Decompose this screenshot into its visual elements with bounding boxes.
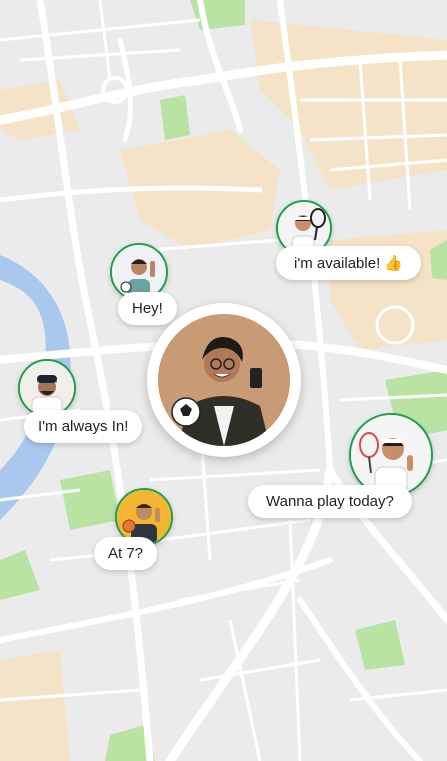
chat-message-3: At 7? xyxy=(108,545,144,562)
man-with-soccer-ball-icon xyxy=(158,314,290,446)
man-in-turban-icon xyxy=(20,361,74,415)
chat-message-2: I'm always In! xyxy=(38,418,129,435)
man-holding-basketball-icon xyxy=(117,490,171,544)
chat-message-4: i'm available! 👍 xyxy=(294,255,404,272)
chat-message-5: Wanna play today? xyxy=(266,493,394,510)
player-avatar-2[interactable] xyxy=(18,359,76,417)
chat-bubble-3: At 7? xyxy=(94,537,158,570)
chat-bubble-1: Hey! xyxy=(118,292,177,325)
chat-bubble-2: I'm always In! xyxy=(24,410,143,443)
chat-message-1: Hey! xyxy=(132,300,163,317)
man-waving-icon xyxy=(112,245,166,299)
chat-bubble-5: Wanna play today? xyxy=(248,485,412,518)
chat-bubble-4: i'm available! 👍 xyxy=(276,246,422,280)
current-user-avatar[interactable] xyxy=(158,314,290,446)
woman-with-badminton-racket-icon xyxy=(351,415,431,495)
nearby-players-map-screen: Hey! I'm always In! At 7? i'm available!… xyxy=(0,0,447,761)
